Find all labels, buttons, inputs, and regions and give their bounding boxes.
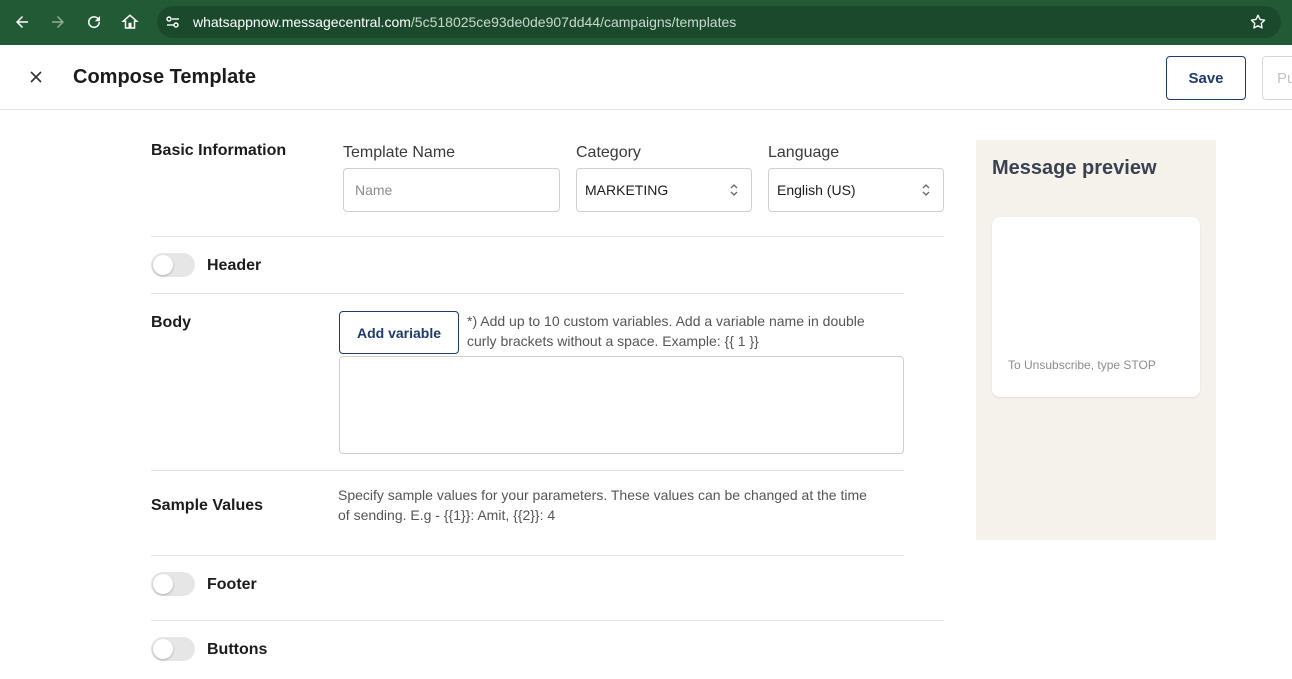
reload-icon[interactable] (82, 10, 106, 34)
footer-section-label: Footer (207, 576, 257, 593)
back-arrow-icon[interactable] (10, 10, 34, 34)
divider (151, 293, 904, 294)
chevron-up-down-icon (730, 184, 738, 196)
body-textarea[interactable] (339, 356, 904, 454)
toggle-knob (153, 639, 173, 659)
language-value: English (US) (777, 182, 856, 198)
divider (151, 470, 904, 471)
site-settings-icon[interactable] (165, 14, 181, 30)
sample-values-label: Sample Values (151, 497, 264, 514)
body-label: Body (151, 314, 191, 331)
header-toggle[interactable] (151, 253, 195, 277)
divider (151, 236, 944, 237)
preview-message-card: To Unsubscribe, type STOP (992, 217, 1200, 397)
sample-values-helper-line: of sending. E.g - {{1}}: Amit, {{2}}: 4 (338, 507, 556, 523)
basic-information-label: Basic Information (151, 142, 287, 159)
url-path: /5c518025ce93de0de907dd44/campaigns/temp… (410, 14, 737, 30)
body-helper-line: *) Add up to 10 custom variables. Add a … (467, 313, 865, 329)
url-text: whatsappnow.messagecentral.com/5c518025c… (193, 14, 736, 30)
divider (151, 620, 944, 621)
category-value: MARKETING (585, 182, 669, 198)
body-helper-text: *) Add up to 10 custom variables. Add a … (467, 311, 865, 351)
home-icon[interactable] (118, 10, 142, 34)
sample-values-helper-text: Specify sample values for your parameter… (338, 485, 867, 525)
publish-button[interactable]: Pu (1262, 56, 1292, 100)
footer-toggle[interactable] (151, 572, 195, 596)
preview-footer-text: To Unsubscribe, type STOP (1008, 358, 1156, 372)
url-host: whatsappnow.messagecentral.com (193, 14, 411, 30)
header-section-label: Header (207, 257, 262, 274)
forward-arrow-icon[interactable] (46, 10, 70, 34)
preview-title: Message preview (992, 157, 1157, 179)
buttons-toggle[interactable] (151, 637, 195, 661)
toggle-knob (153, 255, 173, 275)
category-select[interactable]: MARKETING (576, 168, 752, 212)
category-label: Category (576, 144, 641, 161)
browser-toolbar: whatsappnow.messagecentral.com/5c518025c… (0, 0, 1292, 45)
language-select[interactable]: English (US) (768, 168, 944, 212)
save-button[interactable]: Save (1166, 56, 1246, 100)
bookmark-star-icon[interactable] (1249, 13, 1267, 31)
sample-values-helper-line: Specify sample values for your parameter… (338, 487, 867, 503)
body-helper-line: curly brackets without a space. Example:… (467, 333, 759, 349)
template-name-input[interactable] (343, 168, 560, 212)
app-header: Compose Template Save Pu (0, 45, 1292, 110)
toggle-knob (153, 574, 173, 594)
add-variable-button[interactable]: Add variable (339, 311, 459, 354)
page-title: Compose Template (73, 66, 256, 88)
template-name-label: Template Name (343, 144, 456, 161)
message-preview-panel: Message preview To Unsubscribe, type STO… (976, 140, 1216, 540)
buttons-section-label: Buttons (207, 641, 268, 658)
chevron-up-down-icon (922, 184, 930, 196)
close-icon[interactable] (28, 69, 44, 85)
divider (151, 555, 904, 556)
address-bar[interactable]: whatsappnow.messagecentral.com/5c518025c… (157, 6, 1281, 38)
language-label: Language (768, 144, 840, 161)
